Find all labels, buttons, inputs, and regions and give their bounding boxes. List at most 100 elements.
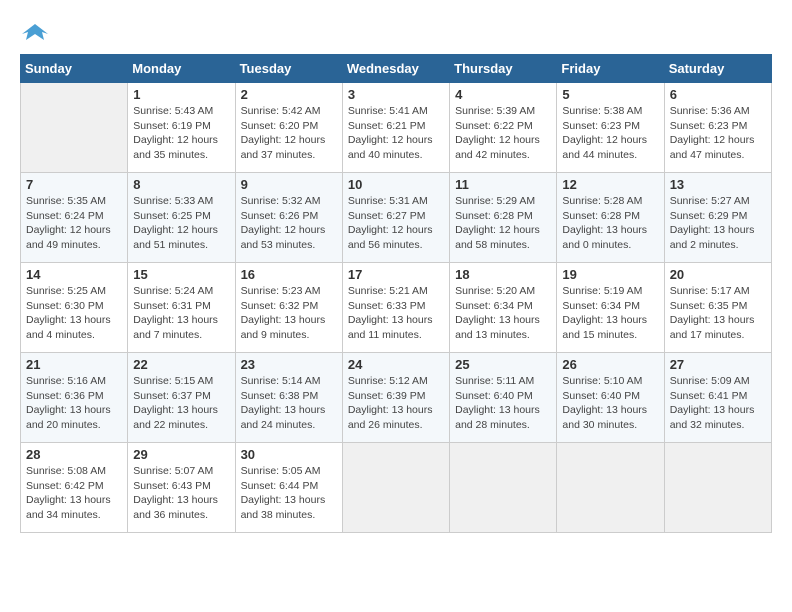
day-number: 9 bbox=[241, 177, 337, 192]
day-info: Sunrise: 5:23 AMSunset: 6:32 PMDaylight:… bbox=[241, 284, 337, 343]
day-cell: 25 Sunrise: 5:11 AMSunset: 6:40 PMDayligh… bbox=[450, 353, 557, 443]
day-cell: 26 Sunrise: 5:10 AMSunset: 6:40 PMDayligh… bbox=[557, 353, 664, 443]
day-number: 7 bbox=[26, 177, 122, 192]
week-row-3: 14 Sunrise: 5:25 AMSunset: 6:30 PMDayligh… bbox=[21, 263, 772, 353]
day-cell: 15 Sunrise: 5:24 AMSunset: 6:31 PMDayligh… bbox=[128, 263, 235, 353]
day-info: Sunrise: 5:41 AMSunset: 6:21 PMDaylight:… bbox=[348, 104, 444, 163]
day-cell: 12 Sunrise: 5:28 AMSunset: 6:28 PMDayligh… bbox=[557, 173, 664, 263]
day-info: Sunrise: 5:32 AMSunset: 6:26 PMDaylight:… bbox=[241, 194, 337, 253]
logo-icon bbox=[20, 20, 50, 44]
header-thursday: Thursday bbox=[450, 55, 557, 83]
day-number: 4 bbox=[455, 87, 551, 102]
day-info: Sunrise: 5:11 AMSunset: 6:40 PMDaylight:… bbox=[455, 374, 551, 433]
day-cell: 16 Sunrise: 5:23 AMSunset: 6:32 PMDayligh… bbox=[235, 263, 342, 353]
day-number: 11 bbox=[455, 177, 551, 192]
day-info: Sunrise: 5:12 AMSunset: 6:39 PMDaylight:… bbox=[348, 374, 444, 433]
day-cell: 24 Sunrise: 5:12 AMSunset: 6:39 PMDayligh… bbox=[342, 353, 449, 443]
day-info: Sunrise: 5:36 AMSunset: 6:23 PMDaylight:… bbox=[670, 104, 766, 163]
day-number: 28 bbox=[26, 447, 122, 462]
day-cell: 6 Sunrise: 5:36 AMSunset: 6:23 PMDaylight… bbox=[664, 83, 771, 173]
day-cell: 21 Sunrise: 5:16 AMSunset: 6:36 PMDayligh… bbox=[21, 353, 128, 443]
day-cell: 18Sunrise: 5:20 AMSunset: 6:34 PMDayligh… bbox=[450, 263, 557, 353]
day-cell: 29 Sunrise: 5:07 AMSunset: 6:43 PMDayligh… bbox=[128, 443, 235, 533]
day-info: Sunrise: 5:27 AMSunset: 6:29 PMDaylight:… bbox=[670, 194, 766, 253]
day-cell: 9 Sunrise: 5:32 AMSunset: 6:26 PMDaylight… bbox=[235, 173, 342, 263]
page-header bbox=[20, 20, 772, 44]
day-info: Sunrise: 5:21 AMSunset: 6:33 PMDaylight:… bbox=[348, 284, 444, 343]
week-row-4: 21 Sunrise: 5:16 AMSunset: 6:36 PMDayligh… bbox=[21, 353, 772, 443]
day-number: 25 bbox=[455, 357, 551, 372]
header-wednesday: Wednesday bbox=[342, 55, 449, 83]
day-cell: 7 Sunrise: 5:35 AMSunset: 6:24 PMDaylight… bbox=[21, 173, 128, 263]
calendar-table: SundayMondayTuesdayWednesdayThursdayFrid… bbox=[20, 54, 772, 533]
day-info: Sunrise: 5:05 AMSunset: 6:44 PMDaylight:… bbox=[241, 464, 337, 523]
day-number: 19 bbox=[562, 267, 658, 282]
day-cell bbox=[450, 443, 557, 533]
day-cell bbox=[664, 443, 771, 533]
day-info: Sunrise: 5:08 AMSunset: 6:42 PMDaylight:… bbox=[26, 464, 122, 523]
day-number: 12 bbox=[562, 177, 658, 192]
week-row-5: 28 Sunrise: 5:08 AMSunset: 6:42 PMDayligh… bbox=[21, 443, 772, 533]
day-number: 15 bbox=[133, 267, 229, 282]
day-cell bbox=[342, 443, 449, 533]
day-number: 3 bbox=[348, 87, 444, 102]
day-number: 20 bbox=[670, 267, 766, 282]
day-cell: 19 Sunrise: 5:19 AMSunset: 6:34 PMDayligh… bbox=[557, 263, 664, 353]
day-info: Sunrise: 5:38 AMSunset: 6:23 PMDaylight:… bbox=[562, 104, 658, 163]
header-sunday: Sunday bbox=[21, 55, 128, 83]
day-cell: 17 Sunrise: 5:21 AMSunset: 6:33 PMDayligh… bbox=[342, 263, 449, 353]
day-info: Sunrise: 5:29 AMSunset: 6:28 PMDaylight:… bbox=[455, 194, 551, 253]
day-cell: 22 Sunrise: 5:15 AMSunset: 6:37 PMDayligh… bbox=[128, 353, 235, 443]
day-cell bbox=[21, 83, 128, 173]
day-info: Sunrise: 5:15 AMSunset: 6:37 PMDaylight:… bbox=[133, 374, 229, 433]
day-info: Sunrise: 5:24 AMSunset: 6:31 PMDaylight:… bbox=[133, 284, 229, 343]
day-number: 16 bbox=[241, 267, 337, 282]
header-tuesday: Tuesday bbox=[235, 55, 342, 83]
day-cell: 11 Sunrise: 5:29 AMSunset: 6:28 PMDayligh… bbox=[450, 173, 557, 263]
day-number: 8 bbox=[133, 177, 229, 192]
day-cell: 3 Sunrise: 5:41 AMSunset: 6:21 PMDaylight… bbox=[342, 83, 449, 173]
header-friday: Friday bbox=[557, 55, 664, 83]
week-row-1: 1 Sunrise: 5:43 AMSunset: 6:19 PMDaylight… bbox=[21, 83, 772, 173]
day-cell: 4Sunrise: 5:39 AMSunset: 6:22 PMDaylight… bbox=[450, 83, 557, 173]
day-number: 17 bbox=[348, 267, 444, 282]
day-number: 14 bbox=[26, 267, 122, 282]
day-number: 27 bbox=[670, 357, 766, 372]
day-cell: 10 Sunrise: 5:31 AMSunset: 6:27 PMDayligh… bbox=[342, 173, 449, 263]
day-info: Sunrise: 5:33 AMSunset: 6:25 PMDaylight:… bbox=[133, 194, 229, 253]
day-number: 6 bbox=[670, 87, 766, 102]
day-info: Sunrise: 5:19 AMSunset: 6:34 PMDaylight:… bbox=[562, 284, 658, 343]
day-info: Sunrise: 5:09 AMSunset: 6:41 PMDaylight:… bbox=[670, 374, 766, 433]
day-cell: 1 Sunrise: 5:43 AMSunset: 6:19 PMDaylight… bbox=[128, 83, 235, 173]
day-number: 2 bbox=[241, 87, 337, 102]
day-number: 1 bbox=[133, 87, 229, 102]
day-number: 24 bbox=[348, 357, 444, 372]
day-info: Sunrise: 5:10 AMSunset: 6:40 PMDaylight:… bbox=[562, 374, 658, 433]
day-info: Sunrise: 5:31 AMSunset: 6:27 PMDaylight:… bbox=[348, 194, 444, 253]
day-info: Sunrise: 5:43 AMSunset: 6:19 PMDaylight:… bbox=[133, 104, 229, 163]
day-number: 18 bbox=[455, 267, 551, 282]
day-info: Sunrise: 5:42 AMSunset: 6:20 PMDaylight:… bbox=[241, 104, 337, 163]
day-cell: 13Sunrise: 5:27 AMSunset: 6:29 PMDayligh… bbox=[664, 173, 771, 263]
header-monday: Monday bbox=[128, 55, 235, 83]
day-info: Sunrise: 5:28 AMSunset: 6:28 PMDaylight:… bbox=[562, 194, 658, 253]
day-cell: 23Sunrise: 5:14 AMSunset: 6:38 PMDayligh… bbox=[235, 353, 342, 443]
day-info: Sunrise: 5:17 AMSunset: 6:35 PMDaylight:… bbox=[670, 284, 766, 343]
day-number: 21 bbox=[26, 357, 122, 372]
day-number: 26 bbox=[562, 357, 658, 372]
week-row-2: 7 Sunrise: 5:35 AMSunset: 6:24 PMDaylight… bbox=[21, 173, 772, 263]
day-info: Sunrise: 5:25 AMSunset: 6:30 PMDaylight:… bbox=[26, 284, 122, 343]
day-info: Sunrise: 5:16 AMSunset: 6:36 PMDaylight:… bbox=[26, 374, 122, 433]
header-row: SundayMondayTuesdayWednesdayThursdayFrid… bbox=[21, 55, 772, 83]
day-number: 10 bbox=[348, 177, 444, 192]
day-cell: 20 Sunrise: 5:17 AMSunset: 6:35 PMDayligh… bbox=[664, 263, 771, 353]
day-number: 22 bbox=[133, 357, 229, 372]
day-number: 29 bbox=[133, 447, 229, 462]
day-number: 30 bbox=[241, 447, 337, 462]
day-info: Sunrise: 5:07 AMSunset: 6:43 PMDaylight:… bbox=[133, 464, 229, 523]
day-info: Sunrise: 5:35 AMSunset: 6:24 PMDaylight:… bbox=[26, 194, 122, 253]
day-cell: 27 Sunrise: 5:09 AMSunset: 6:41 PMDayligh… bbox=[664, 353, 771, 443]
logo bbox=[20, 20, 54, 44]
day-cell: 5Sunrise: 5:38 AMSunset: 6:23 PMDaylight… bbox=[557, 83, 664, 173]
day-cell: 30 Sunrise: 5:05 AMSunset: 6:44 PMDayligh… bbox=[235, 443, 342, 533]
